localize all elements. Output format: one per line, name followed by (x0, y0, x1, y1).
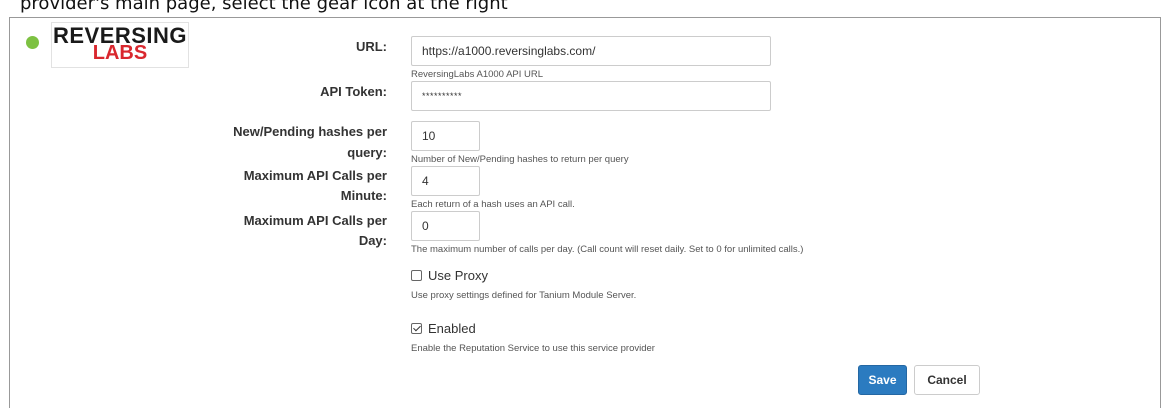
url-input[interactable]: https://a1000.reversinglabs.com/ (411, 36, 771, 66)
calls-day-help: The maximum number of calls per day. (Ca… (411, 244, 804, 255)
enabled-label[interactable]: Enabled (428, 321, 476, 336)
hashes-label-line2: query: (347, 145, 387, 160)
use-proxy-checkbox[interactable] (411, 270, 422, 281)
enabled-checkbox[interactable] (411, 323, 422, 334)
logo-text-bottom: LABS (92, 42, 148, 64)
page-caption: provider's main page, select the gear ic… (20, 0, 508, 14)
use-proxy-label[interactable]: Use Proxy (428, 268, 488, 283)
hashes-per-query-input[interactable]: 10 (411, 121, 480, 151)
calls-day-label-line1: Maximum API Calls per (243, 213, 387, 228)
use-proxy-row[interactable]: Use Proxy (411, 268, 488, 283)
hashes-label-wrap: New/Pending hashes per query: (195, 122, 387, 166)
url-label: URL: (355, 39, 387, 54)
calls-minute-label-wrap: Maximum API Calls per Minute: (195, 166, 387, 210)
save-button[interactable]: Save (858, 365, 907, 395)
url-help: ReversingLabs A1000 API URL (411, 69, 544, 80)
status-indicator (26, 36, 39, 49)
calls-minute-help: Each return of a hash uses an API call. (411, 199, 575, 210)
calls-minute-label-line1: Maximum API Calls per (243, 168, 387, 183)
calls-day-label-line2: Day: (358, 233, 387, 248)
use-proxy-help: Use proxy settings defined for Tanium Mo… (411, 290, 637, 301)
calls-per-minute-input[interactable]: 4 (411, 166, 480, 196)
calls-day-label-wrap: Maximum API Calls per Day: (195, 211, 387, 255)
provider-logo: REVERSING LABS (51, 22, 189, 68)
hashes-help: Number of New/Pending hashes to return p… (411, 154, 629, 165)
calls-per-day-input[interactable]: 0 (411, 211, 480, 241)
hashes-label-line1: New/Pending hashes per (233, 124, 387, 139)
enabled-row[interactable]: Enabled (411, 321, 476, 336)
cancel-button[interactable]: Cancel (914, 365, 980, 395)
api-token-input[interactable]: ********** (411, 81, 771, 111)
api-token-label: API Token: (320, 84, 387, 99)
calls-minute-label-line2: Minute: (340, 188, 387, 203)
enabled-help: Enable the Reputation Service to use thi… (411, 343, 655, 354)
